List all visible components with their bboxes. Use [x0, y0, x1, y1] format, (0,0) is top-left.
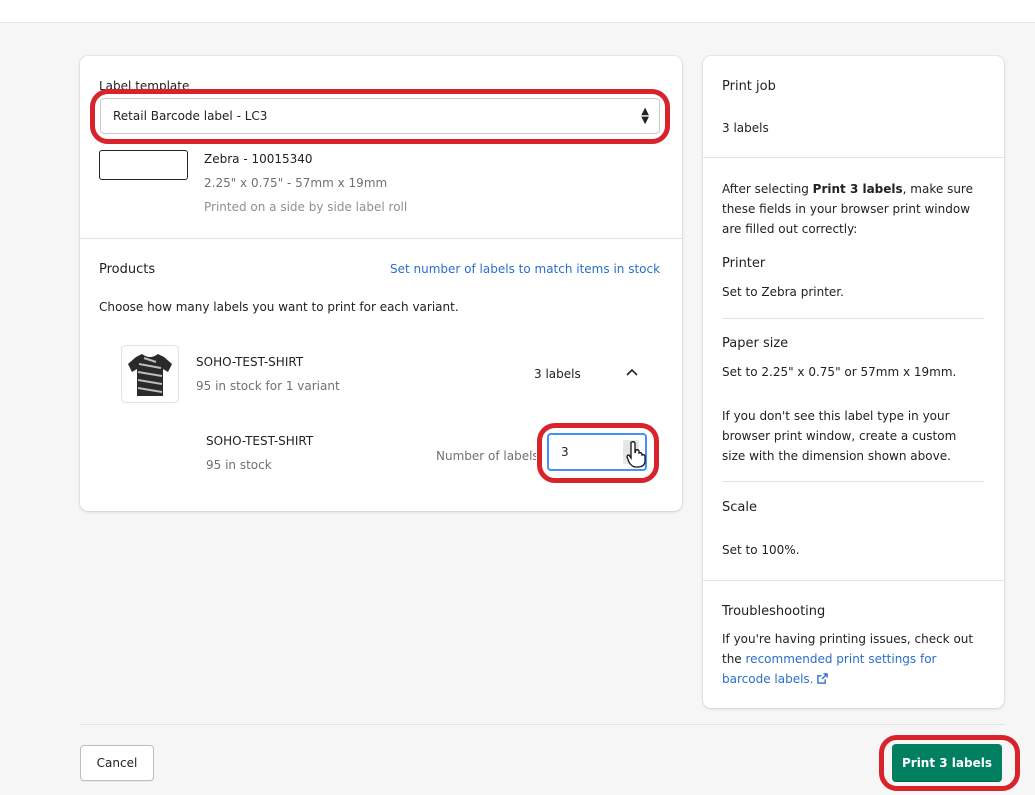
scale-divider — [703, 580, 1004, 581]
printer-divider — [722, 318, 984, 319]
paper-divider — [722, 481, 984, 482]
template-label: Label template — [99, 79, 190, 93]
match-stock-link[interactable]: Set number of labels to match items in s… — [390, 262, 660, 276]
troubleshooting-text: If you're having printing issues, check … — [722, 629, 984, 689]
print-instructions: After selecting Print 3 labels, make sur… — [722, 179, 984, 239]
products-instructions: Choose how many labels you want to print… — [99, 300, 459, 314]
select-arrows-icon: ▲ ▼ — [641, 106, 649, 126]
template-select[interactable]: Retail Barcode label - LC3 ▲ ▼ — [100, 98, 660, 134]
label-dimensions: 2.25" x 0.75" - 57mm x 19mm — [204, 176, 388, 190]
external-link-icon[interactable] — [817, 672, 829, 686]
label-preview — [99, 150, 188, 180]
product-stock: 95 in stock for 1 variant — [196, 379, 340, 393]
scale-title: Scale — [722, 500, 757, 515]
instructions-prefix: After selecting — [722, 182, 813, 196]
products-title: Products — [99, 262, 156, 277]
quantity-field-label: Number of labels — [436, 449, 536, 463]
roll-note: Printed on a side by side label roll — [204, 200, 408, 214]
print-job-divider — [703, 157, 1004, 158]
paper-note: If you don't see this label type in your… — [722, 409, 957, 463]
variant-stock: 95 in stock — [206, 458, 272, 472]
print-settings-link[interactable]: recommended print settings for barcode l… — [722, 652, 936, 686]
printer-value: Set to Zebra printer. — [722, 285, 844, 299]
printer-model: Zebra - 10015340 — [204, 152, 313, 166]
instructions-bold: Print 3 labels — [812, 182, 903, 196]
quantity-value: 3 — [561, 445, 569, 459]
template-select-value: Retail Barcode label - LC3 — [113, 109, 268, 123]
quantity-field-label-wrap: Number of labels — [436, 445, 536, 464]
print-labels-button[interactable]: Print 3 labels — [892, 744, 1002, 782]
hand-cursor-icon — [624, 440, 648, 472]
product-name: SOHO-TEST-SHIRT — [196, 355, 304, 369]
variant-name: SOHO-TEST-SHIRT — [206, 434, 314, 448]
paper-value: Set to 2.25" x 0.75" or 57mm x 19mm. — [722, 365, 957, 379]
troubleshooting-title: Troubleshooting — [722, 604, 826, 619]
footer-divider — [80, 724, 1005, 725]
paper-title: Paper size — [722, 336, 789, 351]
cancel-button[interactable]: Cancel — [80, 745, 154, 781]
card-divider — [80, 238, 682, 239]
product-label-count: 3 labels — [534, 367, 581, 381]
print-job-title: Print job — [722, 79, 776, 94]
scale-value: Set to 100%. — [722, 543, 800, 557]
product-thumbnail — [121, 345, 179, 403]
collapse-chevron-icon[interactable] — [624, 364, 640, 384]
shirt-icon — [128, 354, 172, 396]
print-job-count: 3 labels — [722, 121, 769, 135]
printer-title: Printer — [722, 256, 766, 271]
top-bar — [0, 0, 1035, 23]
